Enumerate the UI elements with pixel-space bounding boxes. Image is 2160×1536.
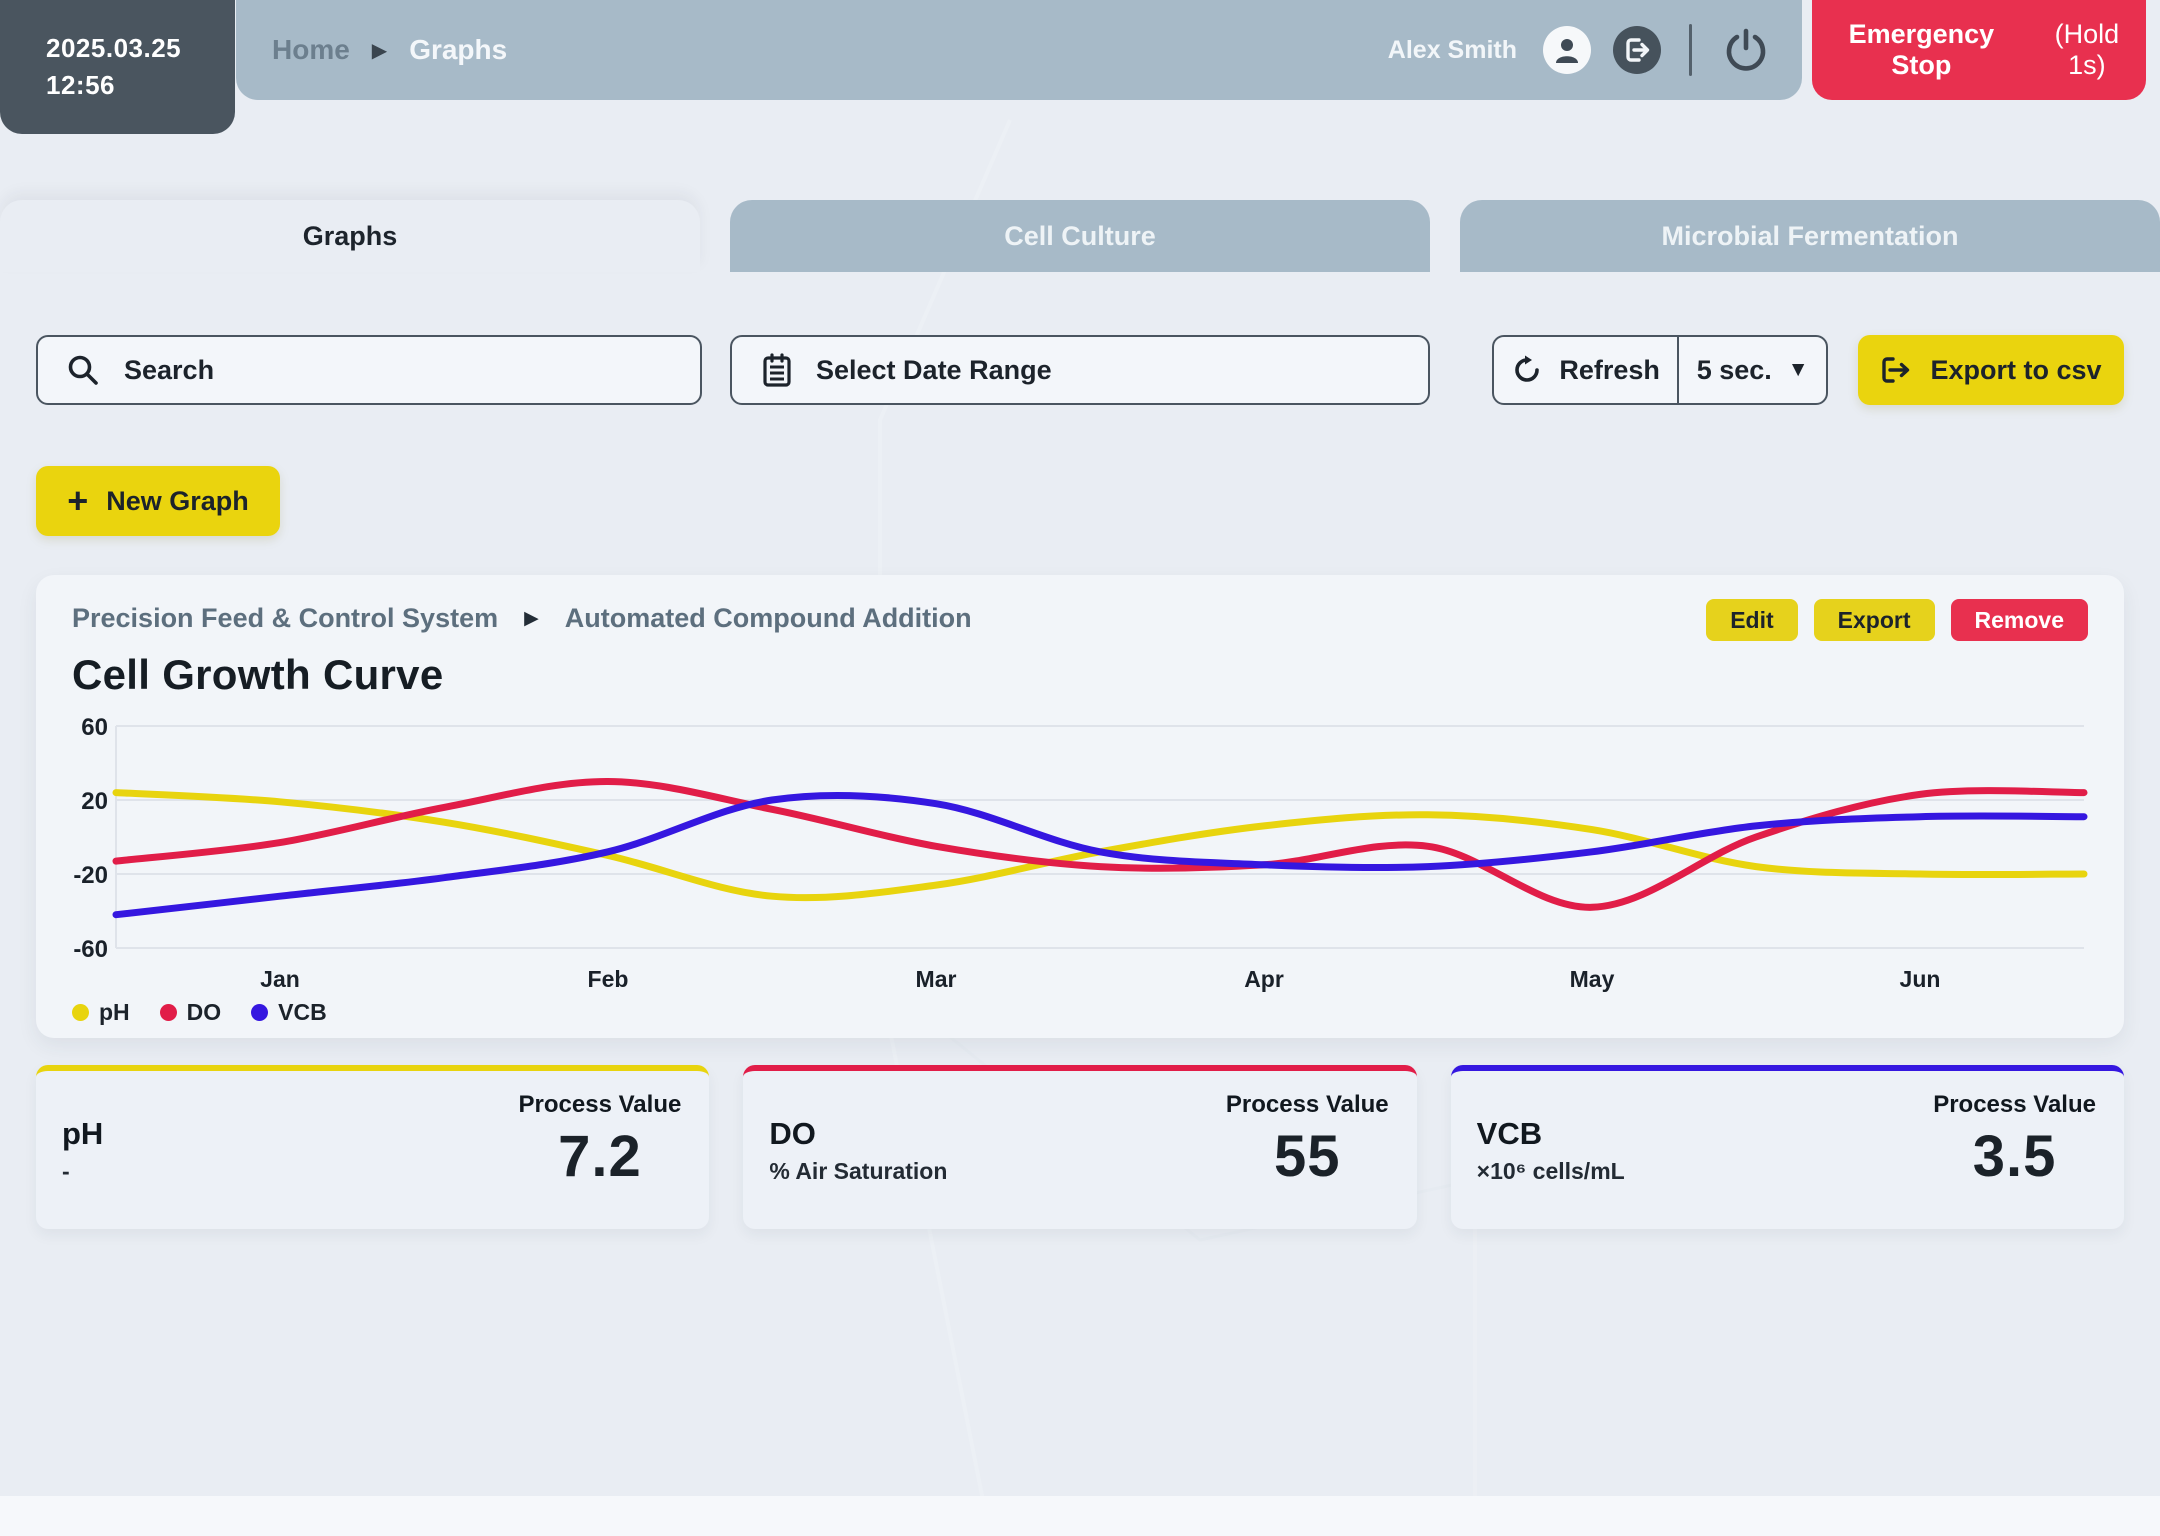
emergency-stop-hint: (Hold 1s) (2034, 19, 2140, 81)
legend-item-vcb[interactable]: VCB (251, 999, 327, 1026)
datetime-panel: 2025.03.25 12:56 (0, 0, 235, 134)
svg-text:-60: -60 (73, 936, 108, 963)
chart-canvas: 60 20 -20 -60 Jan Feb Mar Apr May Jun (72, 705, 2088, 997)
top-bar-divider (1689, 24, 1692, 76)
logout-icon (1623, 36, 1651, 64)
refresh-group: Refresh 5 sec. ▼ (1492, 335, 1828, 405)
line-chart: 60 20 -20 -60 Jan Feb Mar Apr May Jun (72, 705, 2088, 997)
stat-card-ph: pH - Process Value 7.2 (36, 1065, 709, 1229)
refresh-interval-value: 5 sec. (1697, 355, 1772, 386)
chevron-down-icon: ▼ (1788, 358, 1809, 382)
top-bar: Home ▶ Graphs Alex Smith (236, 0, 1802, 100)
search-box[interactable] (36, 335, 702, 405)
legend-dot-vcb (251, 1004, 268, 1021)
toolbar: Select Date Range Refresh 5 sec. ▼ Expor… (36, 335, 2124, 405)
tab-microbial-fermentation[interactable]: Microbial Fermentation (1460, 200, 2160, 272)
breadcrumb: Home ▶ Graphs (272, 34, 507, 66)
breadcrumb-arrow-icon: ▶ (524, 607, 539, 630)
svg-text:Mar: Mar (916, 966, 957, 992)
svg-text:-20: -20 (73, 862, 108, 889)
current-time: 12:56 (46, 67, 235, 104)
breadcrumb-current: Graphs (409, 34, 507, 66)
emergency-stop-label: Emergency Stop (1818, 19, 2025, 81)
svg-text:Apr: Apr (1244, 966, 1284, 992)
breadcrumb-home-link[interactable]: Home (272, 34, 350, 66)
graph-breadcrumb-parent: Precision Feed & Control System (72, 603, 498, 634)
search-input[interactable] (122, 354, 672, 387)
export-csv-label: Export to csv (1930, 355, 2101, 386)
graph-card: Precision Feed & Control System ▶ Automa… (36, 575, 2124, 1038)
graph-breadcrumb: Precision Feed & Control System ▶ Automa… (72, 603, 972, 634)
export-csv-button[interactable]: Export to csv (1858, 335, 2124, 405)
user-icon (1552, 35, 1582, 65)
legend-item-do[interactable]: DO (160, 999, 222, 1026)
power-icon (1722, 26, 1770, 74)
svg-text:Jun: Jun (1900, 966, 1941, 992)
export-graph-button[interactable]: Export (1814, 599, 1935, 641)
user-name: Alex Smith (1388, 36, 1517, 65)
refresh-icon (1511, 354, 1543, 386)
refresh-interval-dropdown[interactable]: 5 sec. ▼ (1677, 337, 1826, 403)
date-range-label: Select Date Range (816, 355, 1400, 386)
new-graph-label: New Graph (106, 486, 249, 517)
svg-text:20: 20 (81, 788, 108, 815)
calendar-icon (760, 352, 794, 388)
process-value-cards: pH - Process Value 7.2 DO % Air Saturati… (36, 1065, 2124, 1229)
refresh-label: Refresh (1559, 355, 1660, 386)
svg-text:60: 60 (81, 714, 108, 741)
refresh-button[interactable]: Refresh (1494, 337, 1677, 403)
chart-legend: pH DO VCB (72, 999, 2088, 1026)
svg-text:May: May (1570, 966, 1615, 992)
export-icon (1880, 355, 1912, 385)
svg-text:Feb: Feb (588, 966, 629, 992)
legend-dot-do (160, 1004, 177, 1021)
stat-card-do: DO % Air Saturation Process Value 55 (743, 1065, 1416, 1229)
top-bar-right: Alex Smith (1388, 24, 1772, 76)
logout-button[interactable] (1613, 26, 1661, 74)
remove-graph-button[interactable]: Remove (1951, 599, 2088, 641)
stat-card-vcb: VCB ×10⁶ cells/mL Process Value 3.5 (1451, 1065, 2124, 1229)
breadcrumb-arrow-icon: ▶ (372, 38, 387, 63)
graph-breadcrumb-child: Automated Compound Addition (565, 603, 972, 634)
footer-strip (0, 1496, 2160, 1536)
legend-item-ph[interactable]: pH (72, 999, 130, 1026)
graph-actions: Edit Export Remove (1706, 599, 2088, 641)
emergency-stop-button[interactable]: Emergency Stop (Hold 1s) (1812, 0, 2146, 100)
date-range-picker[interactable]: Select Date Range (730, 335, 1430, 405)
edit-graph-button[interactable]: Edit (1706, 599, 1797, 641)
power-button[interactable] (1720, 24, 1772, 76)
tab-cell-culture[interactable]: Cell Culture (730, 200, 1430, 272)
graph-title: Cell Growth Curve (72, 651, 2088, 699)
search-icon (66, 353, 100, 387)
legend-dot-ph (72, 1004, 89, 1021)
main-tabs: Graphs Cell Culture Microbial Fermentati… (0, 200, 2160, 272)
current-date: 2025.03.25 (46, 30, 235, 67)
new-graph-button[interactable]: + New Graph (36, 466, 280, 536)
svg-text:Jan: Jan (260, 966, 300, 992)
tab-graphs[interactable]: Graphs (0, 200, 700, 272)
avatar[interactable] (1543, 26, 1591, 74)
